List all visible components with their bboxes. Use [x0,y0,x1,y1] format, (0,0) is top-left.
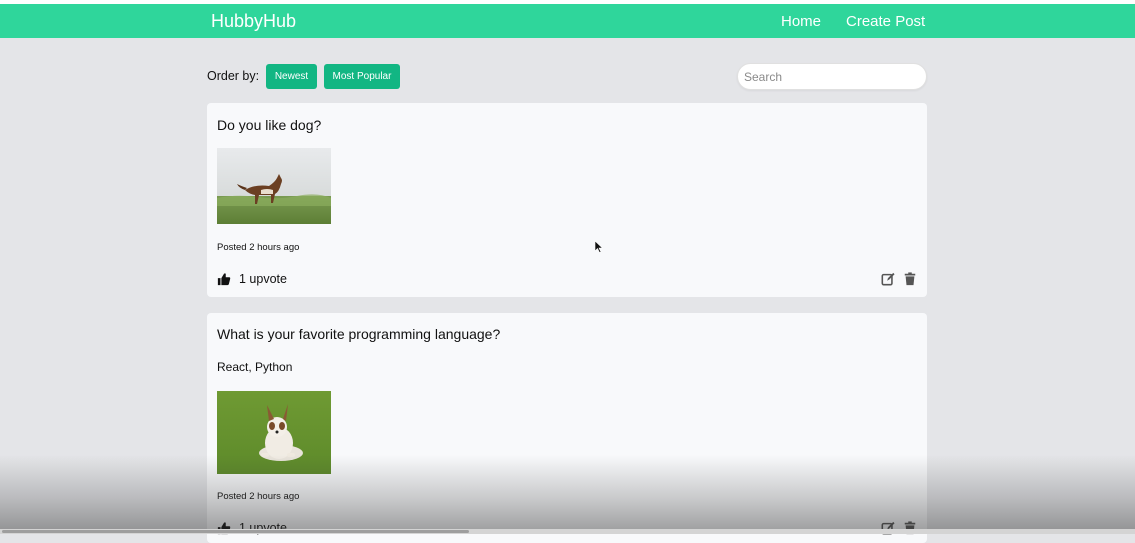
post-image-chihuahua [217,391,331,474]
edit-icon[interactable] [881,272,895,286]
mouse-cursor-icon [595,241,603,253]
search-input[interactable] [737,63,927,90]
nav-create-post-link[interactable]: Create Post [846,13,925,30]
nav-home-link[interactable]: Home [781,13,821,30]
husky-dog-photo [217,148,331,224]
order-by-label: Order by: [207,69,260,83]
post-timestamp: Posted 2 hours ago [217,242,300,253]
post-actions [881,272,917,286]
post-card[interactable]: What is your favorite programming langua… [207,313,927,543]
sort-most-popular-button[interactable]: Most Popular [324,64,400,89]
sort-newest-button[interactable]: Newest [266,64,317,89]
post-timestamp: Posted 2 hours ago [217,491,300,502]
post-title[interactable]: What is your favorite programming langua… [217,326,500,342]
post-body: React, Python [217,360,293,374]
upvote-count: 1 upvote [239,272,287,286]
brand-logo[interactable]: HubbyHub [211,11,296,32]
navbar: HubbyHub Home Create Post [0,4,1135,38]
chihuahua-dog-photo [217,391,331,474]
thumbs-up-icon [217,273,231,286]
horizontal-scrollbar-thumb[interactable] [2,530,469,533]
post-card[interactable]: Do you like dog? Posted 2 hours ago 1 up… [207,103,927,297]
post-image-husky [217,148,331,224]
post-title[interactable]: Do you like dog? [217,117,321,133]
upvote-button[interactable]: 1 upvote [217,272,287,286]
trash-icon[interactable] [903,272,917,286]
